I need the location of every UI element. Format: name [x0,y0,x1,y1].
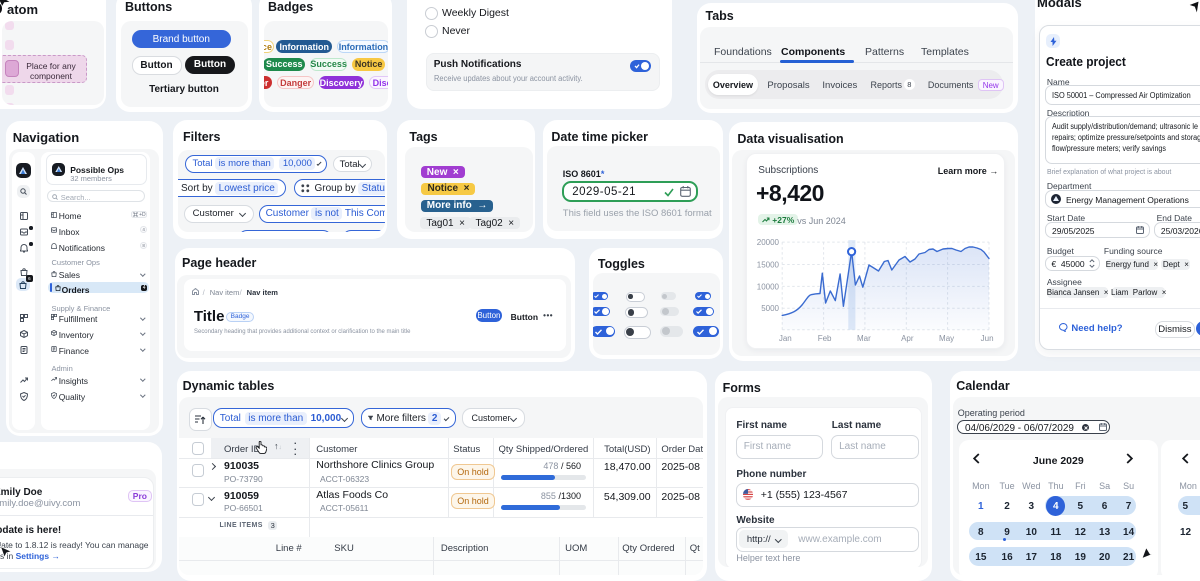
svg-text:Mar: Mar [857,334,871,343]
svg-text:20000: 20000 [756,238,779,247]
svg-text:5000: 5000 [761,304,779,313]
svg-text:May: May [939,334,954,343]
svg-text:10000: 10000 [756,282,779,291]
svg-text:Apr: Apr [901,334,914,343]
svg-text:Feb: Feb [817,334,831,343]
svg-text:15000: 15000 [756,260,779,269]
svg-text:Jan: Jan [779,334,792,343]
svg-text:Jun: Jun [980,334,993,343]
